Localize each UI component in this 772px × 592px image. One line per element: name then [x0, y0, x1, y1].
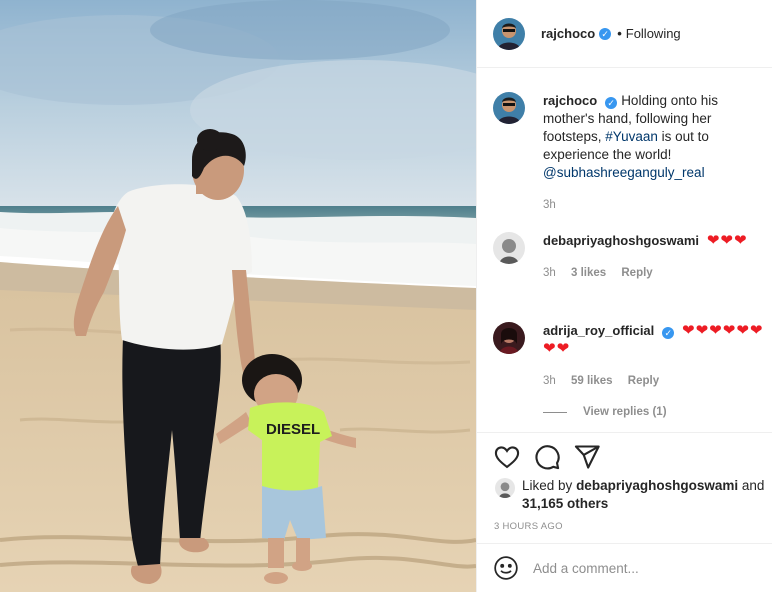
- liked-by-and: and: [741, 478, 765, 493]
- add-comment-bar: [477, 543, 772, 592]
- caption-meta: 3h: [543, 196, 769, 214]
- post-panel: rajchoco ✓ • Following rajchoco ✓ Holding …: [476, 0, 772, 592]
- comment-username[interactable]: debapriyaghoshgoswami: [543, 233, 699, 248]
- comment-likes[interactable]: 59 likes: [571, 375, 613, 387]
- liked-by-user[interactable]: debapriyaghoshgoswami: [576, 478, 738, 493]
- view-replies-button[interactable]: View replies (1): [543, 406, 667, 418]
- svg-text:DIESEL: DIESEL: [266, 421, 320, 438]
- caption-username[interactable]: rajchoco: [543, 93, 597, 108]
- comment-body: debapriyaghoshgoswami ❤❤❤ 3h 3 likes Rep…: [543, 232, 769, 282]
- comment-item: debapriyaghoshgoswami ❤❤❤ 3h 3 likes Rep…: [493, 232, 769, 282]
- comments-list[interactable]: rajchoco ✓ Holding onto his mother's hand,…: [477, 68, 772, 432]
- verified-badge-icon: ✓: [662, 327, 675, 339]
- mention-link[interactable]: @subhashreeganguly_real: [543, 165, 705, 180]
- comment-time[interactable]: 3h: [543, 375, 556, 387]
- emoji-icon[interactable]: [493, 555, 519, 581]
- comment-likes[interactable]: 3 likes: [571, 267, 606, 279]
- following-button[interactable]: Following: [626, 26, 681, 41]
- caption: rajchoco ✓ Holding onto his mother's hand,…: [493, 92, 769, 214]
- caption-body: rajchoco ✓ Holding onto his mother's hand,…: [543, 92, 769, 214]
- commenter-avatar[interactable]: [493, 232, 525, 264]
- comment-meta: 3h 3 likes Reply: [543, 264, 769, 282]
- view-replies-label: View replies (1): [583, 406, 667, 418]
- reply-button[interactable]: Reply: [621, 267, 652, 279]
- verified-badge-icon: ✓: [605, 97, 618, 109]
- hashtag-link[interactable]: #Yuvaan: [605, 129, 658, 144]
- comment-input[interactable]: [533, 560, 733, 576]
- comment-text: ❤❤❤: [706, 232, 748, 249]
- comment-time[interactable]: 3h: [543, 267, 556, 279]
- comment-icon[interactable]: [533, 443, 561, 471]
- replies-divider: [543, 411, 567, 413]
- comment-username[interactable]: adrija_roy_official: [543, 323, 654, 338]
- verified-badge-icon: ✓: [599, 27, 612, 40]
- liked-by-prefix: Liked by: [522, 478, 573, 493]
- post-image[interactable]: DIESEL: [0, 0, 476, 592]
- caption-time[interactable]: 3h: [543, 199, 556, 211]
- author-username[interactable]: rajchoco: [541, 26, 595, 41]
- share-icon[interactable]: [573, 443, 601, 471]
- likes-summary: Liked by debapriyaghoshgoswami and 31,16…: [495, 477, 770, 513]
- comment-body: adrija_roy_official ✓ ❤❤❤❤❤❤❤❤ 3h 59 like…: [543, 322, 769, 390]
- post-actions: Liked by debapriyaghoshgoswami and 31,16…: [477, 432, 772, 542]
- post-timestamp[interactable]: 3 HOURS AGO: [494, 521, 563, 532]
- heart-icon[interactable]: [493, 443, 521, 471]
- liker-avatar[interactable]: [495, 478, 515, 498]
- caption-avatar[interactable]: [493, 92, 525, 124]
- author-avatar[interactable]: [493, 17, 525, 50]
- liked-by-others[interactable]: 31,165 others: [522, 496, 608, 511]
- post-header: rajchoco ✓ • Following: [477, 0, 772, 68]
- comment-item: adrija_roy_official ✓ ❤❤❤❤❤❤❤❤ 3h 59 like…: [493, 322, 769, 390]
- comment-meta: 3h 59 likes Reply: [543, 372, 769, 390]
- separator-dot: •: [617, 26, 622, 41]
- commenter-avatar[interactable]: [493, 322, 525, 354]
- reply-button[interactable]: Reply: [628, 375, 659, 387]
